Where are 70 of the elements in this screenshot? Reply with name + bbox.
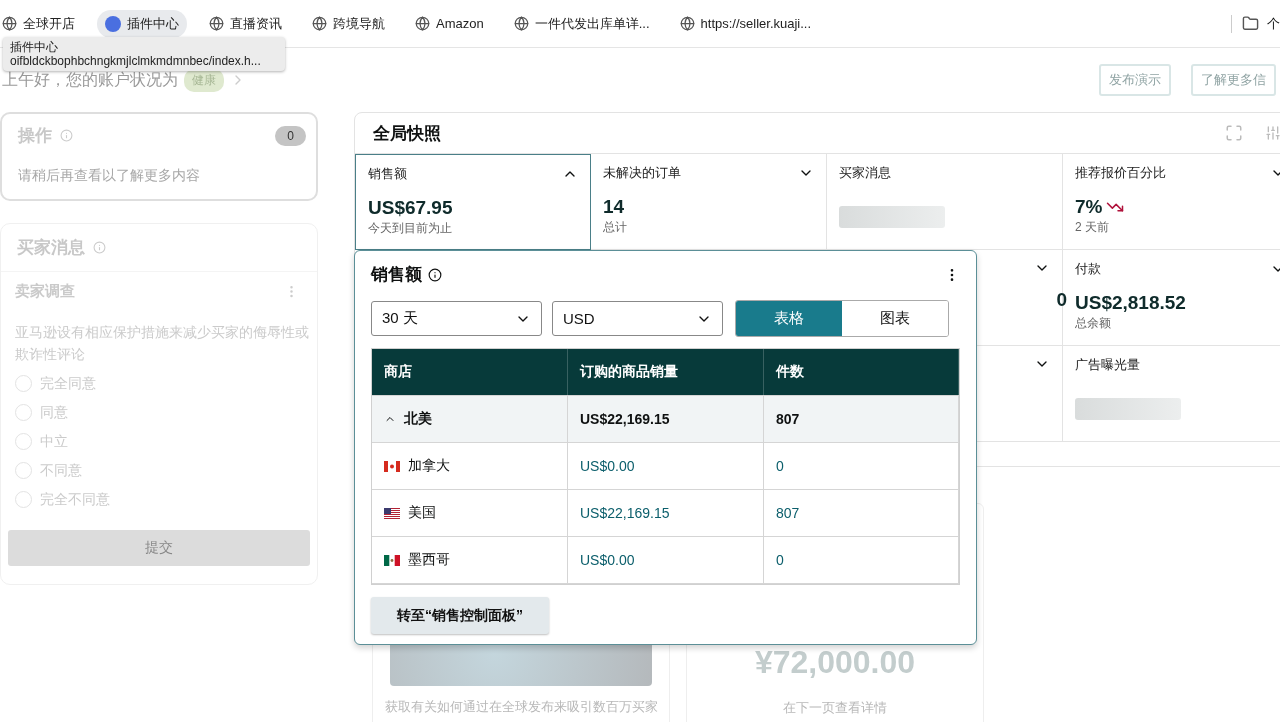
tile-label: 销售额 bbox=[368, 165, 407, 183]
flag-icon bbox=[384, 460, 400, 472]
bookmark-folder-label[interactable]: 个 bbox=[1267, 14, 1280, 33]
table-cell: 0 bbox=[764, 443, 959, 489]
snapshot-tile[interactable]: 推荐报价百分比 7% 2 天前 bbox=[1063, 154, 1280, 250]
tile-caption: 今天到目前为止 bbox=[368, 220, 453, 237]
greeting-text: 上午好，您的账户状况为 bbox=[2, 69, 178, 90]
tile-caption: 总余额 bbox=[1075, 315, 1112, 332]
tile-label: 付款 bbox=[1075, 260, 1101, 278]
region-cell[interactable]: 北美 bbox=[372, 396, 568, 442]
globe-icon bbox=[209, 16, 224, 31]
bookmark-link[interactable]: https://seller.kuaji... bbox=[671, 11, 820, 36]
expand-icon[interactable] bbox=[1225, 124, 1243, 142]
plugin-icon bbox=[105, 15, 121, 32]
store-name: 墨西哥 bbox=[408, 551, 450, 569]
globe-icon bbox=[679, 16, 695, 31]
flag-icon bbox=[384, 507, 400, 519]
snapshot-tile[interactable]: 销售额 US$67.95 今天到目前为止 bbox=[355, 154, 591, 250]
tile-label: 推荐报价百分比 bbox=[1075, 164, 1166, 182]
bookmark-link[interactable]: 全球开店 bbox=[0, 9, 83, 38]
table-cell: US$0.00 bbox=[568, 443, 764, 489]
settings-icon[interactable] bbox=[1265, 125, 1280, 141]
bookmark-link[interactable]: 一件代发出库单详... bbox=[505, 9, 658, 38]
table-cell: US$0.00 bbox=[568, 537, 764, 583]
popover-title: 销售额 bbox=[371, 264, 422, 286]
period-select[interactable]: 30 天 bbox=[371, 301, 542, 336]
empty-message: 请稍后再查看以了解更多内容 bbox=[18, 167, 201, 185]
column-header: 商店 bbox=[372, 349, 568, 395]
bookmark-link[interactable]: 直播资讯 bbox=[201, 9, 290, 38]
tile-value: US$2,818.52 bbox=[1075, 292, 1186, 314]
bookmark-link[interactable]: Amazon bbox=[407, 11, 492, 36]
count-badge: 0 bbox=[275, 125, 306, 146]
column-header: 件数 bbox=[764, 349, 959, 395]
card-title: 全局快照 bbox=[373, 122, 441, 145]
tile-value: 0 bbox=[1056, 289, 1067, 311]
sales-dashboard-button[interactable]: 转至“销售控制面板” bbox=[371, 597, 549, 634]
flag-icon bbox=[384, 554, 400, 566]
currency-select[interactable]: USD bbox=[552, 301, 723, 336]
tile-label: 广告曝光量 bbox=[1075, 356, 1140, 374]
tile-value: US$67.95 bbox=[368, 197, 453, 219]
tile-label: 买家消息 bbox=[839, 164, 891, 182]
tile-caption: 总计 bbox=[603, 219, 628, 236]
region-name: 北美 bbox=[404, 410, 432, 428]
table-cell: 807 bbox=[764, 490, 959, 536]
folder-icon bbox=[1242, 15, 1259, 32]
tile-value: 14 bbox=[603, 196, 625, 218]
bookmark-link[interactable]: 跨境导航 bbox=[304, 9, 393, 38]
view-toggle[interactable]: 表格 bbox=[736, 301, 842, 336]
tooltip-url: oifbldckbophbchngkmjlclmkmdmnbec/index.h... bbox=[10, 54, 262, 68]
globe-icon bbox=[415, 16, 430, 31]
card-text: 获取有关如何通过在全球发布来吸引数百万买家 bbox=[384, 698, 658, 716]
amount-value: ¥72,000.00 bbox=[754, 644, 916, 681]
tile-caption: 2 天前 bbox=[1075, 219, 1110, 236]
tooltip-title: 插件中心 bbox=[10, 40, 59, 54]
bookmark-link[interactable]: 插件中心 bbox=[97, 9, 187, 38]
column-header: 订购的商品销量 bbox=[568, 349, 764, 395]
store-name: 美国 bbox=[408, 504, 436, 522]
snapshot-tile[interactable]: 广告曝光量 bbox=[1063, 346, 1280, 442]
table-cell: US$22,169.15 bbox=[568, 396, 764, 442]
snapshot-tile[interactable]: 买家消息 bbox=[827, 154, 1063, 250]
table-cell: 0 bbox=[764, 537, 959, 583]
tile-label: 未解决的订单 bbox=[603, 164, 681, 182]
store-name: 加拿大 bbox=[408, 457, 450, 475]
globe-icon bbox=[513, 16, 529, 31]
tile-value: 7% bbox=[1075, 196, 1103, 218]
table-cell: 807 bbox=[764, 396, 959, 442]
globe-icon bbox=[2, 16, 17, 31]
info-icon[interactable] bbox=[428, 267, 442, 282]
table-cell: US$22,169.15 bbox=[568, 490, 764, 536]
globe-icon bbox=[312, 16, 327, 31]
